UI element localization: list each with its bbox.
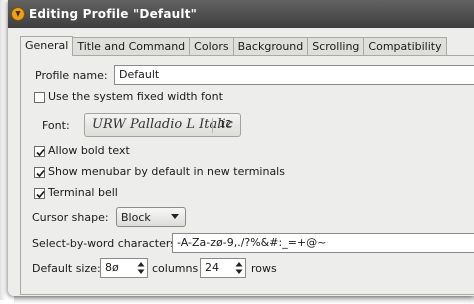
columns-spinbutton[interactable]: 8ø bbox=[100, 258, 148, 278]
chevron-down-icon bbox=[171, 214, 179, 219]
tab-general[interactable]: General bbox=[20, 36, 74, 56]
profile-name-input[interactable]: Default bbox=[114, 65, 474, 85]
system-font-checkbox[interactable] bbox=[34, 92, 45, 103]
allow-bold-label[interactable]: Allow bold text bbox=[48, 144, 130, 157]
tab-title-and-command[interactable]: Title and Command bbox=[72, 37, 191, 56]
font-button-separator bbox=[212, 118, 213, 133]
tab-compatibility[interactable]: Compatibility bbox=[363, 37, 447, 56]
tab-scrolling[interactable]: Scrolling bbox=[307, 37, 365, 56]
checkmark-icon bbox=[36, 190, 45, 199]
window-title: Editing Profile "Default" bbox=[29, 7, 198, 21]
show-menubar-label[interactable]: Show menubar by default in new terminals bbox=[48, 165, 285, 178]
rows-spinbutton[interactable]: 24 bbox=[200, 258, 246, 278]
font-chooser-button[interactable]: URW Palladio L Italic 12 bbox=[84, 113, 241, 137]
system-font-label[interactable]: Use the system fixed width font bbox=[48, 90, 223, 103]
checkmark-icon bbox=[36, 169, 45, 178]
columns-value: 8ø bbox=[105, 261, 119, 274]
tab-background[interactable]: Background bbox=[232, 37, 309, 56]
font-label: Font: bbox=[42, 119, 70, 132]
allow-bold-checkbox[interactable] bbox=[34, 146, 45, 157]
terminal-bell-checkbox[interactable] bbox=[34, 188, 45, 199]
terminal-bell-label[interactable]: Terminal bell bbox=[48, 186, 118, 199]
terminal-app-icon[interactable] bbox=[11, 7, 25, 21]
font-size-text: 12 bbox=[219, 119, 232, 130]
profile-name-label: Profile name: bbox=[35, 69, 108, 82]
show-menubar-checkbox[interactable] bbox=[34, 167, 45, 178]
spin-arrows-icon[interactable] bbox=[235, 261, 243, 275]
tab-colors[interactable]: Colors bbox=[189, 37, 234, 56]
cursor-shape-label: Cursor shape: bbox=[32, 211, 109, 224]
columns-label: columns bbox=[152, 262, 199, 275]
default-size-label: Default size: bbox=[32, 262, 101, 275]
rows-label: rows bbox=[251, 262, 277, 275]
rows-value: 24 bbox=[205, 261, 219, 274]
left-shadow bbox=[0, 0, 6, 300]
checkmark-icon bbox=[36, 148, 45, 157]
cursor-shape-dropdown[interactable]: Block bbox=[116, 207, 186, 227]
profile-editor-window: Editing Profile "Default" General Title … bbox=[8, 0, 474, 296]
title-bar[interactable]: Editing Profile "Default" bbox=[8, 0, 474, 28]
tab-bar: General Title and Command Colors Backgro… bbox=[20, 36, 447, 56]
cursor-shape-value: Block bbox=[121, 211, 151, 224]
spin-arrows-icon[interactable] bbox=[137, 261, 145, 275]
word-chars-input[interactable]: -A-Za-zø-9,./?%&#:_=+@~ bbox=[172, 233, 474, 253]
word-chars-label: Select-by-word characters: bbox=[32, 237, 180, 250]
